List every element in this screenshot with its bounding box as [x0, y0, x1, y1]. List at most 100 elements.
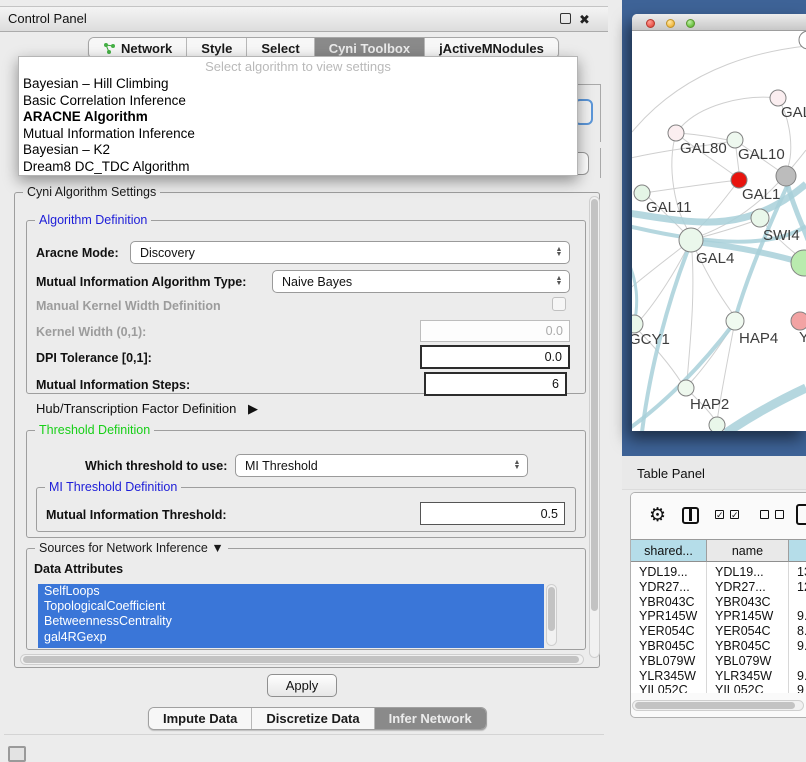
table-cell[interactable]: 9. [797, 639, 806, 653]
table-cell[interactable]: YPR145W [715, 609, 773, 623]
table-cell[interactable]: YBL079W [715, 654, 771, 668]
mi-algorithm-type-combo[interactable]: Naive Bayes ▲▼ [272, 270, 570, 293]
algorithm-option[interactable]: Dream8 DC_TDC Algorithm [19, 159, 577, 176]
node-hap2[interactable] [678, 380, 694, 396]
table-cell[interactable]: 9 [797, 683, 804, 693]
algorithm-option[interactable]: Bayesian – Hill Climbing [19, 76, 577, 93]
document-icon[interactable] [796, 504, 806, 525]
float-window-icon[interactable] [560, 13, 571, 24]
column-header-name[interactable]: name [707, 540, 789, 562]
tab-select[interactable]: Select [247, 38, 314, 58]
close-icon[interactable]: ✖ [579, 12, 590, 28]
algorithm-option[interactable]: Basic Correlation Inference [19, 93, 577, 110]
table-cell[interactable]: YLR345W [715, 669, 772, 683]
expander-down-icon[interactable]: ▼ [211, 541, 223, 555]
network-edge[interactable] [640, 240, 691, 320]
network-edge-strong[interactable] [632, 250, 637, 325]
node[interactable] [709, 417, 725, 431]
table-cell[interactable]: YLR345W [639, 669, 696, 683]
attribute-item[interactable]: SelfLoops [38, 584, 544, 599]
network-edge[interactable] [644, 181, 731, 193]
table-cell[interactable]: YBR045C [715, 639, 771, 653]
node-label: HAP2 [690, 396, 729, 413]
columns-icon[interactable] [682, 507, 699, 524]
table-cell[interactable]: YPR145W [639, 609, 697, 623]
gear-icon[interactable]: ⚙ [649, 506, 666, 525]
tab-jactivemnodules[interactable]: jActiveMNodules [425, 38, 558, 58]
node-gal80[interactable] [668, 125, 684, 141]
table-cell[interactable]: YDR27... [639, 580, 690, 594]
combo-stepper-icon: ▲▼ [551, 248, 569, 257]
tab-style[interactable]: Style [187, 38, 247, 58]
table-cell[interactable]: YER054C [715, 624, 771, 638]
tab-cyni-toolbox[interactable]: Cyni Toolbox [315, 38, 425, 58]
table-cell[interactable]: 9. [797, 669, 806, 683]
select-all-icon[interactable]: ✓ [730, 510, 739, 519]
node-y[interactable] [791, 312, 806, 330]
table-cell[interactable]: 8. [797, 624, 806, 638]
tab-discretize-data[interactable]: Discretize Data [252, 708, 374, 729]
kernel-width-field[interactable]: 0.0 [420, 320, 570, 342]
manual-kernel-width-checkbox[interactable] [552, 297, 566, 311]
tab-infer-network[interactable]: Infer Network [375, 708, 486, 729]
mi-threshold-field[interactable]: 0.5 [420, 502, 565, 525]
tab-network[interactable]: Network [89, 38, 187, 58]
table-cell[interactable]: 13 [797, 565, 806, 579]
zoom-traffic-light-icon[interactable] [686, 19, 695, 28]
node-swi4[interactable] [751, 209, 769, 227]
deselect-all-icon[interactable] [775, 510, 784, 519]
settings-vertical-scrollbar[interactable] [589, 196, 600, 658]
algorithm-option[interactable]: ARACNE Algorithm [19, 109, 577, 126]
table-cell[interactable]: YER054C [639, 624, 695, 638]
settings-horizontal-scrollbar[interactable] [20, 654, 584, 665]
node-gal4[interactable] [679, 228, 703, 252]
select-all-icon[interactable]: ✓ [715, 510, 724, 519]
network-edge[interactable] [687, 240, 693, 381]
tab-impute-data[interactable]: Impute Data [149, 708, 252, 729]
network-window[interactable]: GALGAL80GAL10GAL1GAL11SWI4GAL4GCY1HAP4YH… [632, 14, 806, 431]
network-edge[interactable] [632, 46, 806, 132]
table-cell[interactable]: 9. [797, 609, 806, 623]
network-edge-strong[interactable] [726, 388, 806, 431]
table-cell[interactable]: YDL19... [715, 565, 764, 579]
network-graph[interactable]: GALGAL80GAL10GAL1GAL11SWI4GAL4GCY1HAP4YH… [632, 31, 806, 431]
apply-button[interactable]: Apply [267, 674, 337, 697]
node[interactable] [791, 250, 806, 276]
algorithm-option[interactable]: Bayesian – K2 [19, 142, 577, 159]
data-attributes-list[interactable]: SelfLoopsTopologicalCoefficientBetweenne… [38, 584, 544, 645]
node-hap4[interactable] [726, 312, 744, 330]
table-cell[interactable]: YBR045C [639, 639, 695, 653]
table-cell[interactable]: YDR27... [715, 580, 766, 594]
table-cell[interactable]: YBL079W [639, 654, 695, 668]
node[interactable] [776, 166, 796, 186]
table-cell[interactable]: YBR043C [639, 595, 695, 609]
which-threshold-combo[interactable]: MI Threshold ▲▼ [235, 454, 528, 477]
algorithm-option[interactable]: Mutual Information Inference [19, 126, 577, 143]
network-edge[interactable] [681, 97, 778, 127]
hub-definition-expander[interactable]: Hub/Transcription Factor Definition ▶ [36, 401, 258, 417]
table-cell[interactable]: YIL052C [639, 683, 688, 693]
node-table[interactable]: shared...nameYDL19...YDL19...13YDR27...Y… [631, 539, 806, 693]
dpi-tolerance-field[interactable]: 0.0 [420, 345, 570, 369]
table-cell[interactable]: 12 [797, 580, 806, 594]
table-cell[interactable]: YIL052C [715, 683, 764, 693]
column-header-shared...[interactable]: shared... [631, 540, 707, 562]
table-cell[interactable]: YBR043C [715, 595, 771, 609]
close-traffic-light-icon[interactable] [646, 19, 655, 28]
panel-divider[interactable]: ◂ [608, 0, 622, 762]
column-header-col2[interactable] [789, 540, 806, 562]
mi-steps-field[interactable]: 6 [424, 372, 567, 396]
network-canvas-background: GALGAL80GAL10GAL1GAL11SWI4GAL4GCY1HAP4YH… [622, 0, 806, 456]
attribute-item[interactable]: BetweennessCentrality [38, 614, 544, 629]
minimized-panel-icon[interactable] [8, 746, 26, 762]
deselect-all-icon[interactable] [760, 510, 769, 519]
table-cell[interactable]: YDL19... [639, 565, 688, 579]
aracne-mode-combo[interactable]: Discovery ▲▼ [130, 241, 570, 264]
attribute-item[interactable]: TopologicalCoefficient [38, 599, 544, 614]
table-horizontal-scrollbar[interactable] [632, 700, 804, 711]
table-panel-box: ⚙ ✓ ✓ shared...name YDL19... YDL19... 13 YDR… [630, 492, 806, 718]
attributes-scrollbar[interactable] [546, 584, 557, 646]
minimize-traffic-light-icon[interactable] [666, 19, 675, 28]
attribute-item[interactable]: gal4RGexp [38, 630, 544, 645]
network-window-titlebar[interactable] [632, 14, 806, 31]
